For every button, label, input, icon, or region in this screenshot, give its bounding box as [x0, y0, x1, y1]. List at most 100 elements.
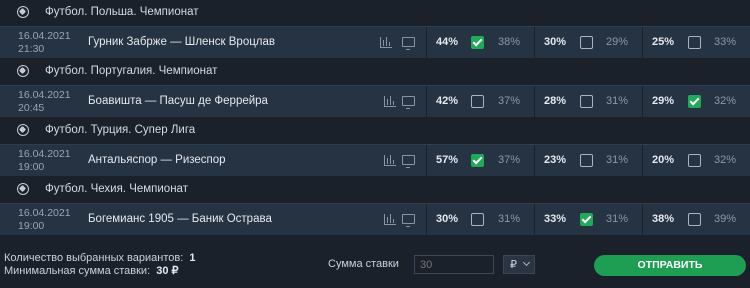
outcome-checkbox[interactable] — [471, 213, 484, 226]
match-datetime: 16.04.2021 19:00 — [18, 207, 71, 233]
football-icon — [17, 6, 29, 18]
match-teams: Антальяспор — Ризеспор — [88, 154, 226, 166]
outcome-vote-share: 32% — [714, 154, 737, 166]
match-date: 16.04.2021 — [18, 30, 71, 42]
outcome-vote-share: 38% — [498, 36, 521, 48]
column-divider — [426, 27, 427, 58]
stats-icon[interactable] — [384, 214, 396, 225]
column-divider — [426, 86, 427, 117]
outcome-vote-share: 33% — [714, 36, 737, 48]
column-divider — [426, 204, 427, 235]
outcome-vote-share: 29% — [606, 36, 629, 48]
outcome-checkbox[interactable] — [688, 36, 701, 49]
league-header: Футбол. Португалия. Чемпионат — [0, 59, 750, 83]
outcome-checkbox[interactable] — [471, 95, 484, 108]
stats-icon[interactable] — [380, 37, 392, 48]
football-icon — [17, 65, 29, 77]
stats-icon[interactable] — [384, 155, 396, 166]
match-teams: Богемианс 1905 — Баник Острава — [88, 213, 272, 225]
league-name: Футбол. Польша. Чемпионат — [45, 6, 199, 18]
match-time: 21:30 — [18, 43, 45, 55]
match-date: 16.04.2021 — [18, 148, 71, 160]
column-divider — [426, 145, 427, 176]
outcome-checkbox[interactable] — [688, 154, 701, 167]
tv-icon[interactable] — [402, 96, 415, 109]
column-divider — [534, 145, 535, 176]
tv-icon[interactable] — [402, 37, 415, 50]
outcome-probability: 57% — [436, 154, 459, 166]
min-stake-label: Минимальная сумма ставки: — [4, 265, 151, 277]
match-row: 16.04.2021 20:45 Боавишта — Пасуш де Ферре… — [0, 85, 750, 117]
outcome-checkbox[interactable] — [580, 95, 593, 108]
column-divider — [642, 86, 643, 117]
outcome-probability: 42% — [436, 95, 459, 107]
outcome-checkbox[interactable] — [580, 213, 593, 226]
selected-count: Количество выбранных вариантов: 1 — [4, 252, 196, 264]
outcome-vote-share: 31% — [606, 95, 629, 107]
match-row: 16.04.2021 19:00 Богемианс 1905 — Баник Ос… — [0, 203, 750, 235]
stats-icon[interactable] — [384, 96, 396, 107]
outcome-vote-share: 37% — [498, 154, 521, 166]
football-icon — [17, 124, 29, 136]
match-row: 16.04.2021 19:00 Антальяспор — Ризеспор 57%… — [0, 144, 750, 176]
chevron-down-icon — [522, 258, 531, 267]
stake-input[interactable] — [414, 255, 494, 274]
outcome-probability: 29% — [652, 95, 675, 107]
outcome-checkbox[interactable] — [580, 36, 593, 49]
outcome-probability: 30% — [544, 36, 567, 48]
outcome-probability: 25% — [652, 36, 675, 48]
outcome-probability: 28% — [544, 95, 567, 107]
selected-count-label: Количество выбранных вариантов: — [4, 252, 184, 264]
match-time: 19:00 — [18, 161, 45, 173]
outcome-checkbox[interactable] — [688, 213, 701, 226]
outcome-probability: 38% — [652, 213, 675, 225]
column-divider — [534, 86, 535, 117]
outcome-checkbox[interactable] — [580, 154, 593, 167]
match-datetime: 16.04.2021 19:00 — [18, 148, 71, 174]
match-time: 20:45 — [18, 102, 45, 114]
outcome-probability: 44% — [436, 36, 459, 48]
league-header: Футбол. Чехия. Чемпионат — [0, 177, 750, 201]
league-name: Футбол. Турция. Супер Лига — [45, 124, 196, 136]
match-datetime: 16.04.2021 21:30 — [18, 30, 71, 56]
league-name: Футбол. Чехия. Чемпионат — [45, 183, 188, 195]
outcome-checkbox[interactable] — [471, 36, 484, 49]
league-header: Футбол. Польша. Чемпионат — [0, 0, 750, 24]
currency-select[interactable]: ₽ — [503, 255, 535, 274]
outcome-vote-share: 31% — [498, 213, 521, 225]
outcome-probability: 33% — [544, 213, 567, 225]
min-stake-value: 30 ₽ — [156, 265, 179, 277]
match-time: 19:00 — [18, 220, 45, 232]
outcome-probability: 23% — [544, 154, 567, 166]
outcome-checkbox[interactable] — [471, 154, 484, 167]
tv-icon[interactable] — [402, 155, 415, 168]
column-divider — [534, 27, 535, 58]
match-teams: Боавишта — Пасуш де Феррейра — [88, 95, 268, 107]
outcome-vote-share: 31% — [606, 154, 629, 166]
match-date: 16.04.2021 — [18, 207, 71, 219]
outcome-checkbox[interactable] — [688, 95, 701, 108]
column-divider — [642, 204, 643, 235]
match-teams: Гурник Забрже — Шленск Вроцлав — [88, 36, 276, 48]
league-name: Футбол. Португалия. Чемпионат — [45, 65, 218, 77]
selected-count-value: 1 — [189, 252, 196, 264]
tv-icon[interactable] — [402, 214, 415, 227]
currency-value: ₽ — [510, 259, 517, 271]
match-row: 16.04.2021 21:30 Гурник Забрже — Шленск Вр… — [0, 26, 750, 58]
min-stake: Минимальная сумма ставки: 30 ₽ — [4, 264, 179, 277]
match-datetime: 16.04.2021 20:45 — [18, 89, 71, 115]
column-divider — [642, 27, 643, 58]
outcome-vote-share: 39% — [714, 213, 737, 225]
outcome-vote-share: 37% — [498, 95, 521, 107]
outcome-probability: 20% — [652, 154, 675, 166]
outcome-vote-share: 32% — [714, 95, 737, 107]
submit-button[interactable]: ОТПРАВИТЬ — [594, 255, 746, 276]
outcome-probability: 30% — [436, 213, 459, 225]
match-date: 16.04.2021 — [18, 89, 71, 101]
column-divider — [642, 145, 643, 176]
outcome-vote-share: 31% — [606, 213, 629, 225]
column-divider — [534, 204, 535, 235]
stake-label: Сумма ставки — [328, 258, 399, 270]
football-icon — [17, 183, 29, 195]
league-header: Футбол. Турция. Супер Лига — [0, 118, 750, 142]
